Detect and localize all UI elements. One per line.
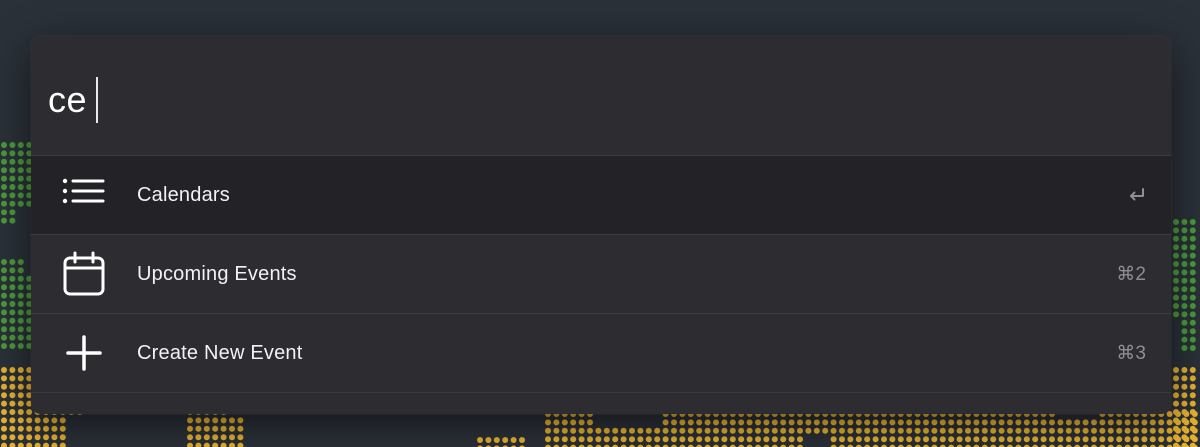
calendar-icon <box>60 250 108 298</box>
result-item-create-new-event[interactable]: Create New Event ⌘3 <box>31 314 1171 393</box>
result-label: Create New Event <box>137 341 303 364</box>
result-item-upcoming-events[interactable]: Upcoming Events ⌘2 <box>31 235 1171 314</box>
shortcut-label: ⌘3 <box>1116 342 1146 364</box>
result-label: Upcoming Events <box>137 262 297 285</box>
command-palette: ce Calendars Upcoming Events ⌘2 Create N… <box>31 36 1171 414</box>
search-input[interactable]: ce <box>48 76 99 124</box>
plus-icon <box>60 329 108 377</box>
text-cursor <box>96 77 99 123</box>
list-icon <box>60 171 108 219</box>
results-list: Calendars Upcoming Events ⌘2 Create New … <box>31 156 1171 393</box>
search-bar[interactable]: ce <box>31 36 1171 156</box>
result-item-calendars[interactable]: Calendars <box>31 156 1171 235</box>
return-key-icon <box>1126 186 1146 204</box>
search-query: ce <box>48 79 88 120</box>
result-label: Calendars <box>137 183 230 206</box>
shortcut-label: ⌘2 <box>1116 263 1146 285</box>
